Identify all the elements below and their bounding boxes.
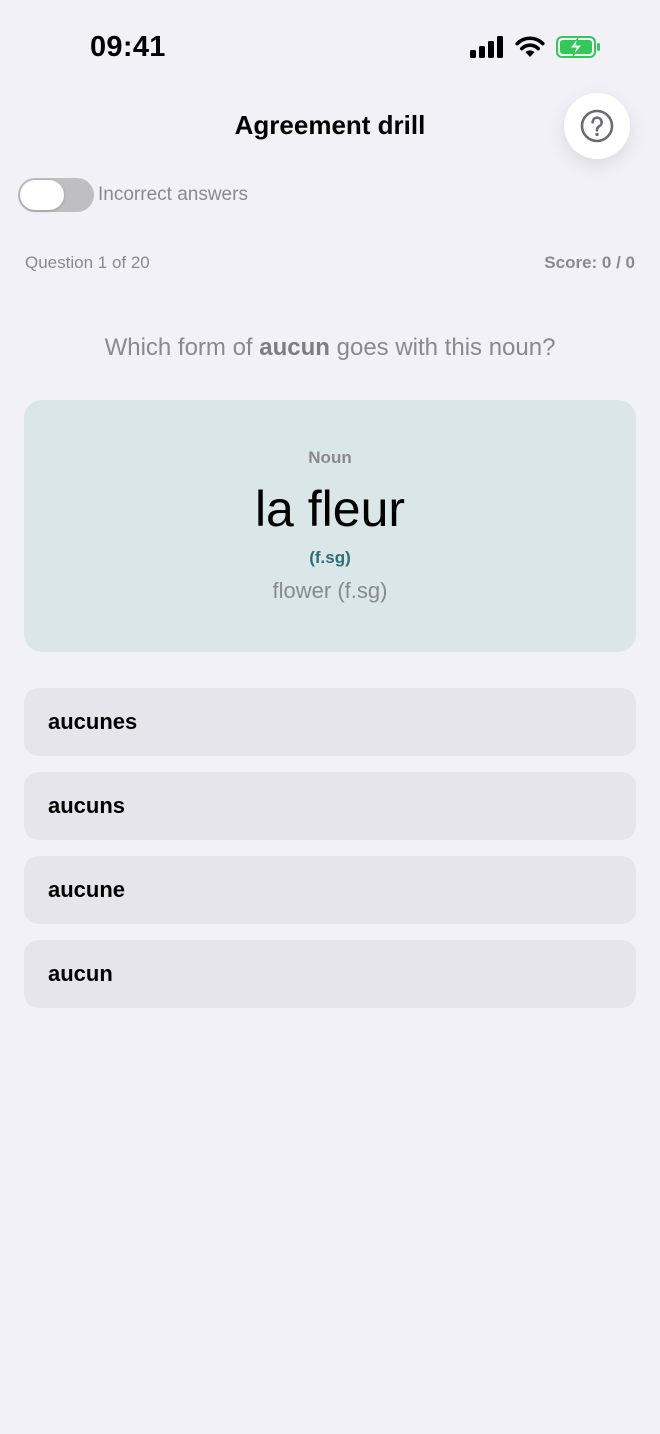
cellular-signal-icon: [470, 36, 503, 58]
status-bar: 09:41: [0, 0, 660, 92]
answer-option[interactable]: aucune: [24, 856, 636, 924]
prompt-text-before: Which form of: [104, 334, 260, 361]
answer-options: aucunes aucuns aucune aucun: [24, 688, 636, 1024]
question-progress: Question 1 of 20: [25, 253, 150, 272]
status-time: 09:41: [90, 31, 166, 63]
prompt-text-after: goes with this noun?: [329, 334, 556, 361]
toggle-label: Incorrect answers: [98, 184, 248, 205]
battery-charging-icon: [556, 36, 600, 58]
noun-gloss: flower (f.sg): [272, 578, 388, 603]
noun-kicker: Noun: [308, 448, 352, 467]
toggle-knob: [20, 180, 64, 210]
wifi-icon: [515, 36, 545, 57]
page-title: Agreement drill: [234, 110, 426, 140]
answer-option[interactable]: aucunes: [24, 688, 636, 756]
answer-option[interactable]: aucun: [24, 940, 636, 1008]
prompt-keyword: aucun: [259, 334, 330, 361]
help-button[interactable]: [564, 93, 630, 159]
score-readout: Score: 0 / 0: [544, 253, 635, 272]
incorrect-answers-toggle-row: Incorrect answers: [18, 178, 248, 212]
answer-option[interactable]: aucuns: [24, 772, 636, 840]
question-prompt: Which form of aucun goes with this noun?: [0, 334, 660, 362]
question-circle-icon: [580, 109, 614, 143]
incorrect-answers-toggle[interactable]: [18, 178, 94, 212]
status-icons: [470, 36, 602, 58]
noun-grammar-tag: (f.sg): [309, 548, 351, 567]
noun-word: la fleur: [254, 481, 406, 537]
noun-card: Noun la fleur (f.sg) flower (f.sg): [24, 400, 636, 652]
screen: 09:41 Agreement drill Incorrect answers …: [0, 0, 660, 1434]
